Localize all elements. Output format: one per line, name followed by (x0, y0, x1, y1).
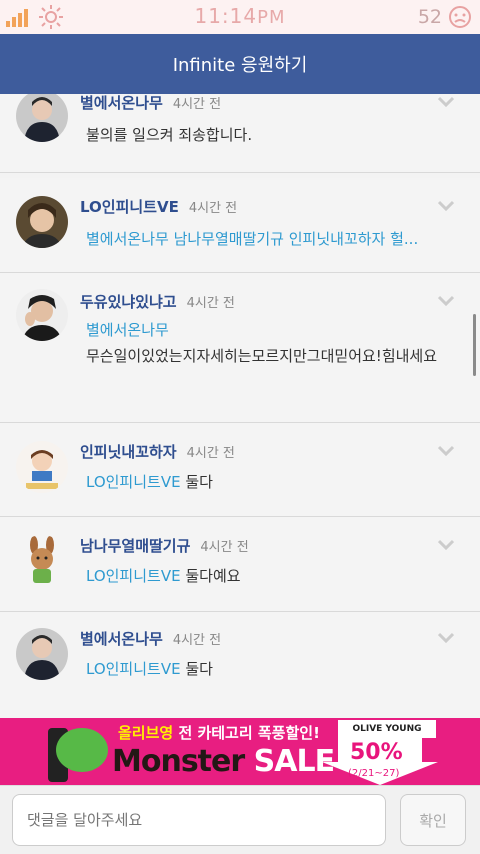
comment-author[interactable]: 별에서온나무 4시간 전 (80, 94, 221, 113)
comment-author[interactable]: 두유있냐있냐고 4시간 전 (80, 291, 235, 312)
chevron-down-icon[interactable] (438, 630, 454, 646)
avatar[interactable] (16, 441, 68, 493)
comment-author[interactable]: LO인피니트VE 4시간 전 (80, 196, 237, 217)
sale-dates: (2/21~27) (348, 768, 400, 779)
comment-text: 무슨일이있었는지자세히는모르지만그대믿어요!힘내세요 (86, 347, 438, 365)
comment-text: 별에서온나무 남나무열매딸기규 인피닛내꼬하자 헐... (86, 230, 419, 248)
avatar-image (16, 289, 68, 341)
comment-time: 4시간 전 (188, 201, 238, 216)
comment-mention[interactable]: 별에서온나무 (86, 317, 452, 343)
comment-time: 4시간 전 (186, 446, 235, 461)
title-bar: Infinite 응원하기 (0, 34, 480, 94)
comment-list[interactable]: 별에서온나무 4시간 전 불의를 일으켜 죄송합니다. LO인피니트VE 4시간 전… (0, 94, 480, 718)
comment-item[interactable]: 별에서온나무 4시간 전 LO인피니트VE 둘다 (0, 612, 480, 718)
comment-item[interactable]: 두유있냐있냐고 4시간 전 별에서온나무 무슨일이있었는지자세히는모르지만그대믿어… (0, 273, 480, 423)
status-bar: 11:14PM 52 (0, 0, 480, 34)
chevron-down-icon[interactable] (438, 94, 454, 110)
avatar[interactable] (16, 628, 68, 680)
comment-text: 둘다 (185, 473, 213, 491)
discount-percent: 50% (350, 740, 403, 765)
avatar-image (16, 196, 68, 248)
monster-mascot-image (56, 728, 108, 772)
avatar[interactable] (16, 535, 68, 587)
comment-item[interactable]: 별에서온나무 4시간 전 불의를 일으켜 죄송합니다. (0, 94, 480, 173)
comment-text: 불의를 일으켜 죄송합니다. (86, 126, 253, 144)
comment-mention[interactable]: LO인피니트VE (86, 660, 181, 678)
clock: 11:14PM (194, 4, 286, 28)
banner-sale-text: Monster SALE (112, 744, 335, 779)
avatar-image (16, 628, 68, 680)
chevron-down-icon[interactable] (438, 198, 454, 214)
comment-time: 4시간 전 (172, 633, 222, 648)
comment-time: 4시간 전 (200, 540, 249, 555)
comment-text: 둘다예요 (185, 567, 241, 585)
comment-author[interactable]: 별에서온나무 4시간 전 (80, 628, 221, 649)
comment-time: 4시간 전 (186, 296, 235, 311)
comment-time: 4시간 전 (172, 97, 222, 112)
comment-item[interactable]: LO인피니트VE 4시간 전 별에서온나무 남나무열매딸기규 인피닛내꼬하자 헐.… (0, 178, 480, 273)
comment-item[interactable]: 인피닛내꼬하자 4시간 전 LO인피니트VE 둘다 (0, 423, 480, 517)
chevron-down-icon[interactable] (438, 443, 454, 459)
scrollbar[interactable] (473, 314, 476, 376)
avatar-image (16, 535, 68, 587)
avatar[interactable] (16, 196, 68, 248)
chevron-down-icon[interactable] (438, 537, 454, 553)
olive-young-logo: OLIVE YOUNG (338, 720, 436, 738)
comment-input-bar: 확인 (0, 785, 480, 854)
comment-author[interactable]: 인피닛내꼬하자 4시간 전 (80, 441, 235, 462)
comment-mention[interactable]: LO인피니트VE (86, 567, 181, 585)
comment-body: LO인피니트VE 둘다예요 (86, 563, 452, 589)
avatar-image (16, 94, 68, 142)
comment-body: LO인피니트VE 둘다 (86, 469, 452, 495)
comment-mention[interactable]: LO인피니트VE (86, 473, 181, 491)
avatar[interactable] (16, 289, 68, 341)
comment-item[interactable]: 남나무열매딸기규 4시간 전 LO인피니트VE 둘다예요 (0, 517, 480, 612)
banner-headline: 올리브영 전 카테고리 폭풍할인! (118, 724, 320, 742)
comment-author[interactable]: 남나무열매딸기규 4시간 전 (80, 535, 249, 556)
comment-body: LO인피니트VE 둘다 (86, 656, 452, 682)
comment-input[interactable] (12, 794, 386, 846)
ad-banner[interactable]: 올리브영 전 카테고리 폭풍할인! Monster SALE OLIVE YOU… (0, 718, 480, 785)
submit-button[interactable]: 확인 (400, 794, 466, 846)
chevron-down-icon[interactable] (438, 293, 454, 309)
avatar-image (16, 441, 68, 493)
comment-text: 둘다 (185, 660, 213, 678)
comment-body: 별에서온나무 무슨일이있었는지자세히는모르지만그대믿어요!힘내세요 (86, 317, 452, 369)
avatar[interactable] (16, 94, 68, 142)
page-title: Infinite 응원하기 (172, 55, 308, 76)
